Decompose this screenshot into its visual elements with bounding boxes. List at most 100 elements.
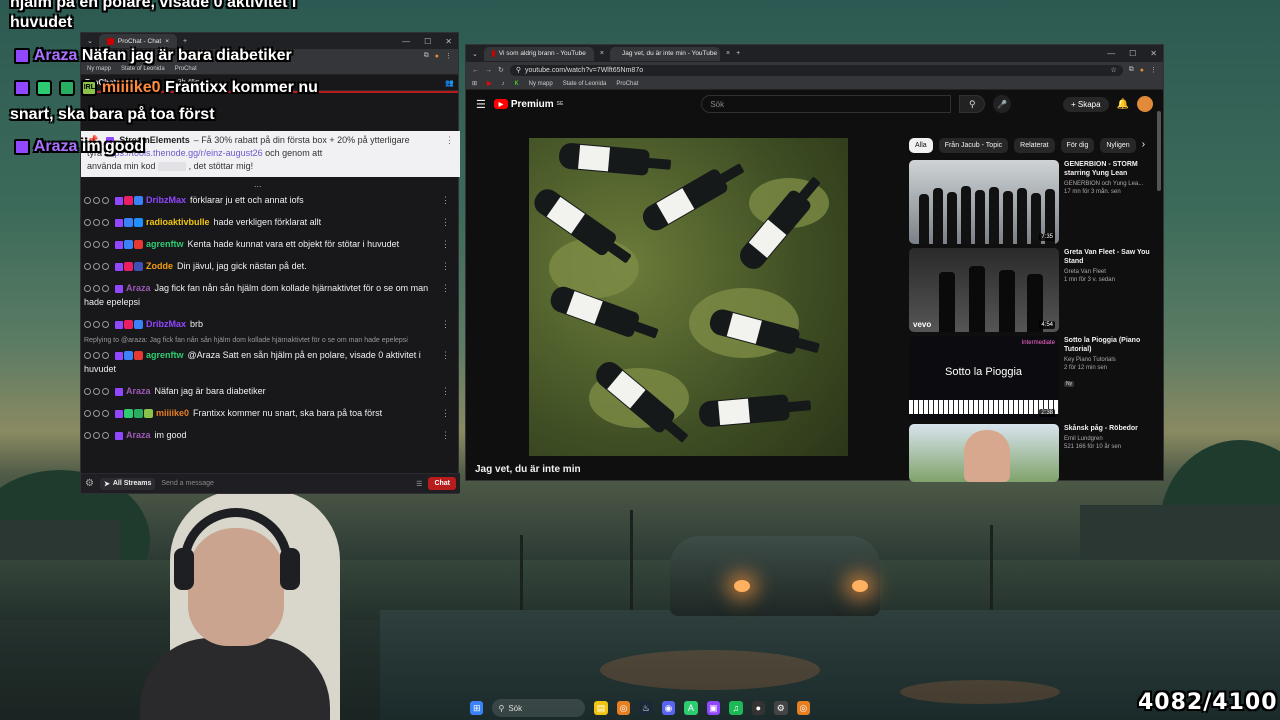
message-input[interactable]: Send a message <box>161 480 410 487</box>
bookmark-ny-mapp[interactable]: Ny mapp <box>529 81 553 87</box>
message-more-icon[interactable]: ⋮ <box>441 259 450 273</box>
close-window-icon[interactable]: ✕ <box>1150 49 1157 58</box>
settings-icon[interactable]: ⚙ <box>774 701 788 715</box>
ban-icon[interactable] <box>93 352 100 360</box>
message-more-icon[interactable]: ⋮ <box>441 428 450 442</box>
list-icon[interactable]: ☰ <box>416 480 422 488</box>
clock-icon[interactable] <box>84 410 91 418</box>
obs-icon[interactable]: ● <box>751 701 766 715</box>
ban-icon[interactable] <box>93 241 100 249</box>
back-icon[interactable]: ← <box>472 67 479 74</box>
chat-username[interactable]: Araza <box>126 430 151 440</box>
delete-icon[interactable] <box>102 285 109 293</box>
close-window-icon[interactable]: ✕ <box>445 37 452 46</box>
notifications-icon[interactable]: 🔔 <box>1117 99 1129 110</box>
chip-relaterat[interactable]: Relaterat <box>1014 138 1055 153</box>
ban-icon[interactable] <box>93 388 100 396</box>
chip-nyligen[interactable]: Nyligen <box>1100 138 1136 153</box>
twitch-app-icon[interactable]: ▣ <box>706 701 721 715</box>
youtube-bookmark-icon[interactable]: ▶ <box>487 80 492 87</box>
app-icon[interactable]: A <box>684 701 698 715</box>
chrome-icon[interactable]: ◎ <box>796 701 810 715</box>
delete-icon[interactable] <box>102 263 109 271</box>
microphone-icon[interactable]: 🎤 <box>993 95 1012 113</box>
taskbar-search[interactable]: ⚲ Sök <box>492 699 586 717</box>
apps-icon[interactable]: ⊞ <box>472 80 477 87</box>
ban-icon[interactable] <box>93 263 100 271</box>
delete-icon[interactable] <box>102 219 109 227</box>
kick-bookmark-icon[interactable]: K <box>515 81 519 87</box>
file-explorer-icon[interactable]: ▤ <box>594 701 608 715</box>
ban-icon[interactable] <box>93 219 100 227</box>
delete-icon[interactable] <box>102 241 109 249</box>
chrome-icon[interactable]: ◎ <box>616 701 631 715</box>
avatar[interactable] <box>1137 96 1153 112</box>
message-more-icon[interactable]: ⋮ <box>441 215 450 229</box>
bookmark-star-icon[interactable]: ☆ <box>1110 66 1116 74</box>
clock-icon[interactable] <box>84 432 91 440</box>
bookmark-prochat[interactable]: ProChat <box>616 81 638 87</box>
delete-icon[interactable] <box>102 197 109 205</box>
clock-icon[interactable] <box>84 285 91 293</box>
more-icon[interactable]: ⋮ <box>1150 66 1157 74</box>
reload-icon[interactable]: ↻ <box>498 66 504 74</box>
chat-username[interactable]: DribzMax <box>146 319 186 329</box>
chat-username[interactable]: Araza <box>126 283 151 293</box>
bookmark-prochat[interactable]: ProChat <box>175 66 197 72</box>
spotify-icon[interactable]: ♫ <box>729 701 743 715</box>
new-tab-icon[interactable]: + <box>736 50 740 57</box>
site-info-icon[interactable]: ⚲ <box>516 66 521 74</box>
create-button[interactable]: + Skapa <box>1062 96 1109 112</box>
maximize-icon[interactable]: ☐ <box>424 37 431 46</box>
chat-username[interactable]: radioaktivbulle <box>146 217 210 227</box>
ban-icon[interactable] <box>93 321 100 329</box>
clock-icon[interactable] <box>84 352 91 360</box>
browser-menu-icon[interactable]: ⌄ <box>87 37 93 45</box>
chat-username[interactable]: agrenftw <box>146 350 184 360</box>
recommendation-item[interactable]: Intermediate Sotto la Pioggia 2:38 Sotto… <box>909 336 1159 420</box>
chat-username[interactable]: agrenftw <box>146 239 184 249</box>
chat-username[interactable]: miiiike0 <box>156 408 189 418</box>
ban-icon[interactable] <box>93 432 100 440</box>
search-icon[interactable]: ⚲ <box>959 95 986 113</box>
close-tab-icon[interactable]: × <box>165 38 169 45</box>
pinned-more-icon[interactable]: ⋮ <box>445 134 454 147</box>
url-field[interactable]: ⚲ youtube.com/watch?v=7Wlft65Nm87o ☆ <box>509 64 1123 76</box>
maximize-icon[interactable]: ☐ <box>1129 49 1136 58</box>
discord-icon[interactable]: ◉ <box>661 701 676 715</box>
clock-icon[interactable] <box>84 219 91 227</box>
message-more-icon[interactable]: ⋮ <box>441 193 450 207</box>
forward-icon[interactable]: → <box>485 67 492 74</box>
profile-icon[interactable]: ● <box>1140 67 1144 74</box>
delete-icon[interactable] <box>102 352 109 360</box>
bookmark-ny-mapp[interactable]: Ny mapp <box>87 66 111 72</box>
delete-icon[interactable] <box>102 432 109 440</box>
chevron-right-icon[interactable]: › <box>1142 138 1145 153</box>
delete-icon[interactable] <box>102 388 109 396</box>
chip-alla[interactable]: Alla <box>909 138 933 153</box>
ban-icon[interactable] <box>93 410 100 418</box>
users-icon[interactable]: 👥 <box>445 79 454 87</box>
minimize-icon[interactable]: — <box>1107 49 1115 58</box>
chip-for-dig[interactable]: För dig <box>1060 138 1095 153</box>
ban-icon[interactable] <box>93 197 100 205</box>
extensions-icon[interactable]: ⧉ <box>424 52 429 60</box>
clock-icon[interactable] <box>84 321 91 329</box>
settings-icon[interactable]: ⚙ <box>85 478 94 489</box>
profile-icon[interactable]: ● <box>435 53 439 60</box>
new-tab-icon[interactable]: + <box>183 38 187 45</box>
chip-fran-jacub[interactable]: Från Jacub - Topic <box>938 138 1009 153</box>
tab-jag-vet[interactable]: Jag vet, du är inte min - YouTube <box>609 46 720 61</box>
youtube-logo[interactable]: ▶ Premium SE <box>493 99 563 110</box>
recommendation-item[interactable]: Skånsk påg - Röbedor Emil Lundgren 521 1… <box>909 424 1159 482</box>
recommendation-item[interactable]: 7:35 GENERBION - STORM starring Yung Lea… <box>909 160 1159 244</box>
minimize-icon[interactable]: — <box>402 37 410 46</box>
extensions-icon[interactable]: ⧉ <box>1129 66 1134 74</box>
close-tab-icon[interactable]: × <box>600 50 604 57</box>
video-player[interactable] <box>529 138 848 456</box>
clock-icon[interactable] <box>84 241 91 249</box>
ban-icon[interactable] <box>93 285 100 293</box>
tab-prochat[interactable]: ProChat - Chat × <box>98 34 178 48</box>
clock-icon[interactable] <box>84 263 91 271</box>
recommendation-item[interactable]: vevo 4:54 Greta Van Fleet - Saw You Stan… <box>909 248 1159 332</box>
